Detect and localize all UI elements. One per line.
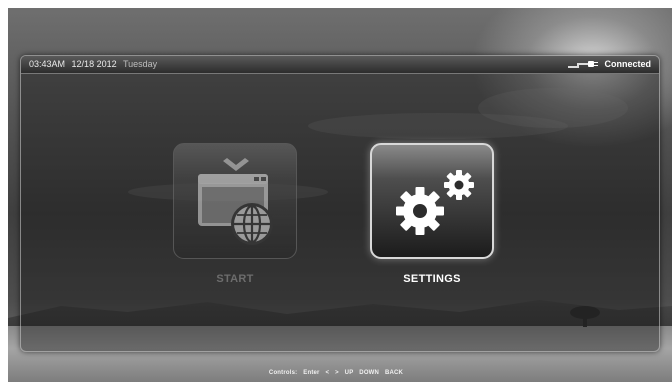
network-plug-icon: [568, 60, 599, 68]
clock-time: 03:43AM: [29, 59, 66, 69]
weekday: Tuesday: [122, 59, 158, 69]
date: 12/18 2012: [71, 59, 117, 69]
left-key-hint: <: [325, 370, 330, 376]
controls-hint: Controls: Enter < > UP DOWN BACK: [0, 370, 672, 376]
window-globe-icon: [198, 158, 273, 245]
controls-label: Controls:: [268, 370, 298, 376]
up-key-hint: UP: [344, 370, 354, 376]
main-menu-panel: 03:43AM 12/18 2012 Tuesday Connected STA…: [20, 55, 660, 352]
settings-tile[interactable]: [370, 143, 494, 259]
back-key-hint: BACK: [384, 370, 404, 376]
right-key-hint: >: [335, 370, 339, 376]
datetime-display: 03:43AM 12/18 2012 Tuesday: [29, 56, 161, 73]
enter-key-hint: Enter: [303, 370, 320, 376]
status-bar: 03:43AM 12/18 2012 Tuesday Connected: [21, 56, 659, 74]
start-label: START: [216, 273, 254, 285]
start-tile[interactable]: [173, 143, 297, 259]
connection-status: Connected: [604, 59, 651, 69]
down-key-hint: DOWN: [359, 370, 380, 376]
gears-icon: [396, 170, 474, 235]
settings-label: SETTINGS: [403, 273, 461, 285]
network-status: Connected: [568, 56, 651, 73]
